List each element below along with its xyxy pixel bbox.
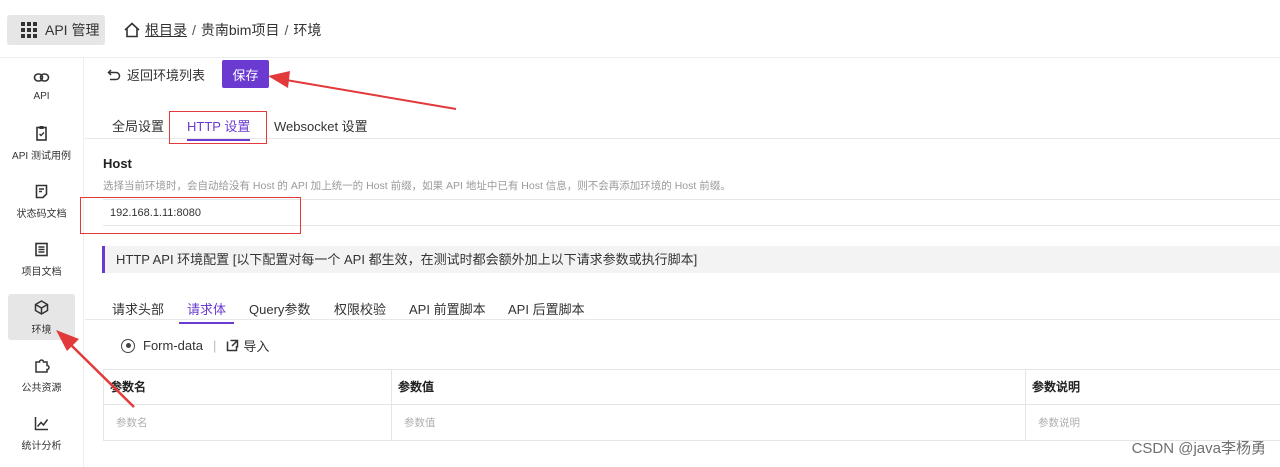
home-icon [124,22,140,38]
params-table: 参数名 参数值 参数说明 参数名 参数值 参数说明 [103,369,1280,441]
annotation-box-host-input [80,197,301,234]
tab-auth[interactable]: 权限校验 [334,299,386,318]
back-arrow-icon [107,68,121,80]
param-value-input[interactable]: 参数值 [392,405,1026,441]
breadcrumb-separator: / [192,22,196,38]
sidebar-item-label: 统计分析 [21,440,62,452]
save-button[interactable]: 保存 [222,60,269,88]
param-name-input[interactable]: 参数名 [104,405,392,441]
sidebar-item-api-test-cases[interactable]: API 测试用例 [8,120,75,166]
import-icon [227,339,239,352]
cube-icon [34,299,49,315]
sidebar: API API 测试用例 状态码文档 项目文档 环境 公共资源 统计分析 [0,58,84,467]
back-label: 返回环境列表 [127,68,206,83]
request-config-tabs: 请求头部 请求体 Query参数 权限校验 API 前置脚本 API 后置脚本 [85,292,1280,324]
link-icon [33,72,50,82]
top-bar: API 管理 根目录 / 贵南bim项目 / 环境 [0,0,1280,58]
form-data-option[interactable]: Form-data [143,338,203,353]
sidebar-item-label: 状态码文档 [16,208,67,220]
http-config-section-title: HTTP API 环境配置 [以下配置对每一个 API 都生效，在测试时都会额外… [102,246,1280,273]
column-header-param-name: 参数名 [104,370,392,405]
list-document-icon [35,242,48,256]
breadcrumb-root-link[interactable]: 根目录 [145,20,187,40]
breadcrumb-current: 环境 [293,22,322,38]
sidebar-item-label: API [33,90,50,102]
sidebar-item-label: 项目文档 [21,266,62,278]
tab-global-settings[interactable]: 全局设置 [112,116,164,135]
host-description: 选择当前环境时，会自动给没有 Host 的 API 加上统一的 Host 前缀，… [103,180,731,192]
sidebar-item-statistics[interactable]: 统计分析 [8,410,75,456]
tab-pre-script[interactable]: API 前置脚本 [409,299,486,318]
column-header-param-value: 参数值 [392,370,1026,405]
param-desc-input[interactable]: 参数说明 [1026,405,1280,441]
document-icon [35,184,48,198]
breadcrumb-project-link[interactable]: 贵南bim项目 [201,20,280,40]
app-label: API 管理 [45,22,100,38]
sidebar-item-environment[interactable]: 环境 [8,294,75,340]
sidebar-item-label: 环境 [31,324,52,336]
grid-icon [21,22,37,38]
radio-selected-icon[interactable] [121,338,135,353]
body-toolbar: Form-data | 导入 [121,336,269,355]
puzzle-icon [35,358,50,373]
sidebar-item-api[interactable]: API [8,62,75,108]
tab-post-script[interactable]: API 后置脚本 [508,299,585,318]
host-title: Host [103,156,132,171]
sidebar-item-status-code-docs[interactable]: 状态码文档 [8,178,75,224]
tab-request-body[interactable]: 请求体 [179,299,235,324]
sidebar-item-label: 公共资源 [21,382,62,394]
sidebar-item-project-docs[interactable]: 项目文档 [8,236,75,282]
clipboard-icon [36,125,47,141]
breadcrumb-separator: / [284,22,289,38]
sidebar-item-public-resources[interactable]: 公共资源 [8,352,75,398]
back-to-env-list-link[interactable]: 返回环境列表 [107,65,205,84]
annotation-box-http-tab [169,111,267,144]
breadcrumb: 根目录 / 贵南bim项目 / 环境 [123,20,321,40]
tab-request-headers[interactable]: 请求头部 [112,299,164,318]
watermark: CSDN @java李杨勇 [1131,440,1266,457]
column-header-param-desc: 参数说明 [1026,370,1280,405]
tab-query-params[interactable]: Query参数 [249,299,310,318]
import-button[interactable]: 导入 [243,336,269,355]
chart-icon [34,416,49,430]
app-menu-button[interactable]: API 管理 [7,15,105,45]
sidebar-item-label: API 测试用例 [12,150,71,162]
toolbar-separator: | [212,338,217,353]
tab-websocket-settings[interactable]: Websocket 设置 [274,116,368,135]
